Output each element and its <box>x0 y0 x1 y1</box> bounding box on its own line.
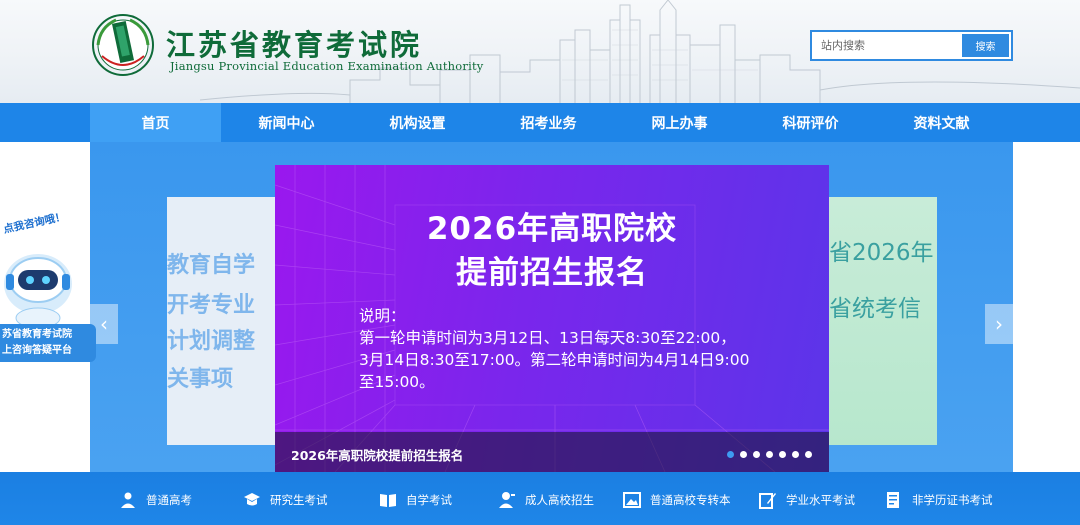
nav-item-online-services[interactable]: 网上办事 <box>614 103 745 142</box>
user-icon <box>497 490 517 510</box>
robot-mascot-icon <box>4 254 72 328</box>
nav-item-admission[interactable]: 招考业务 <box>483 103 614 142</box>
site-title-en: Jiangsu Provincial Education Examination… <box>170 59 484 73</box>
category-bar: 普通高考 研究生考试 自学考试 成人高校招生 普通高校专转本 学业水平考试 非学… <box>0 472 1080 525</box>
category-non-degree-certificate[interactable]: 非学历证书考试 <box>884 490 993 510</box>
consult-line: 苏省教育考试院 <box>2 329 72 340</box>
consult-widget[interactable]: 点我咨询哦！ 苏省教育考试院 上咨询答疑平台 <box>0 211 96 364</box>
carousel-dot[interactable] <box>805 451 812 458</box>
banner-carousel: 教育自学 开考专业 计划调整 关事项 省2026年 省统考信 2026年高职院校… <box>90 142 1013 472</box>
nav-item-research[interactable]: 科研评价 <box>745 103 876 142</box>
category-adult-college[interactable]: 成人高校招生 <box>497 490 594 510</box>
category-academic-proficiency[interactable]: 学业水平考试 <box>758 490 855 510</box>
book-icon <box>378 490 398 510</box>
category-label: 普通高校专转本 <box>650 493 731 507</box>
category-postgraduate[interactable]: 研究生考试 <box>242 490 328 510</box>
carousel-dot[interactable] <box>727 451 734 458</box>
next-slide-preview[interactable]: 省2026年 省统考信 <box>827 197 937 445</box>
slide-caption-bar: 2026年高职院校提前招生报名 <box>275 432 829 472</box>
category-gaokao[interactable]: 普通高考 <box>118 490 192 510</box>
site-title-cn: 江苏省教育考试院 <box>166 28 423 62</box>
site-header: 江苏省教育考试院 Jiangsu Provincial Education Ex… <box>0 0 1080 103</box>
slide-desc-line: 第一轮申请时间为3月12日、13日每天8:30至22:00， <box>359 329 736 347</box>
cap-icon <box>242 490 262 510</box>
slide-desc-line: 3月14日8:30至17:00。第二轮申请时间为4月14日9:00 <box>359 351 750 369</box>
next-slide-text: 省统考信 <box>829 296 921 322</box>
pen-icon <box>758 490 778 510</box>
graduate-icon <box>118 490 138 510</box>
carousel-dot[interactable] <box>740 451 747 458</box>
consult-banner[interactable]: 苏省教育考试院 上咨询答疑平台 <box>0 324 96 362</box>
prev-slide-preview[interactable]: 教育自学 开考专业 计划调整 关事项 <box>167 197 277 445</box>
search-input[interactable] <box>812 32 962 59</box>
chevron-right-icon: › <box>995 312 1003 336</box>
active-slide[interactable]: 2026年高职院校 提前招生报名 说明： 第一轮申请时间为3月12日、13日每天… <box>275 165 829 472</box>
next-slide-text: 省2026年 <box>829 240 934 266</box>
prev-slide-text: 关事项 <box>167 367 234 392</box>
category-label: 成人高校招生 <box>525 493 594 507</box>
slide-title-line1: 2026年高职院校 <box>426 211 678 247</box>
prev-slide-text: 开考专业 <box>167 293 256 318</box>
carousel-dots <box>727 451 812 458</box>
carousel-dot[interactable] <box>792 451 799 458</box>
category-self-study[interactable]: 自学考试 <box>378 490 452 510</box>
nav-item-home[interactable]: 首页 <box>90 103 221 142</box>
chevron-left-icon: ‹ <box>100 312 108 336</box>
category-label: 研究生考试 <box>270 493 328 507</box>
slide-description: 说明： 第一轮申请时间为3月12日、13日每天8:30至22:00， 3月14日… <box>359 305 799 393</box>
slide-desc-line: 至15:00。 <box>359 373 435 391</box>
search-button[interactable]: 搜索 <box>962 34 1009 57</box>
prev-slide-text: 教育自学 <box>167 253 256 278</box>
nav-item-documents[interactable]: 资料文献 <box>876 103 1007 142</box>
category-label: 非学历证书考试 <box>912 493 993 507</box>
category-label: 学业水平考试 <box>786 493 855 507</box>
category-label: 自学考试 <box>406 493 452 507</box>
authority-logo-emblem <box>92 14 154 76</box>
slide-title-line2: 提前招生报名 <box>456 255 648 291</box>
slide-desc-label: 说明： <box>359 307 406 325</box>
slide-caption[interactable]: 2026年高职院校提前招生报名 <box>291 445 463 464</box>
image-icon <box>622 490 642 510</box>
certificate-icon <box>884 490 904 510</box>
nav-item-news[interactable]: 新闻中心 <box>221 103 352 142</box>
category-college-transfer[interactable]: 普通高校专转本 <box>622 490 731 510</box>
site-search: 搜索 <box>810 30 1013 61</box>
consult-line: 上咨询答疑平台 <box>2 345 72 356</box>
carousel-dot[interactable] <box>779 451 786 458</box>
prev-slide-text: 计划调整 <box>167 329 256 354</box>
carousel-next-button[interactable]: › <box>985 304 1013 344</box>
nav-item-organization[interactable]: 机构设置 <box>352 103 483 142</box>
main-nav: 首页 新闻中心 机构设置 招考业务 网上办事 科研评价 资料文献 <box>0 103 1080 142</box>
carousel-dot[interactable] <box>753 451 760 458</box>
carousel-dot[interactable] <box>766 451 773 458</box>
consult-tag: 点我咨询哦！ <box>2 210 67 236</box>
category-label: 普通高考 <box>146 493 192 507</box>
